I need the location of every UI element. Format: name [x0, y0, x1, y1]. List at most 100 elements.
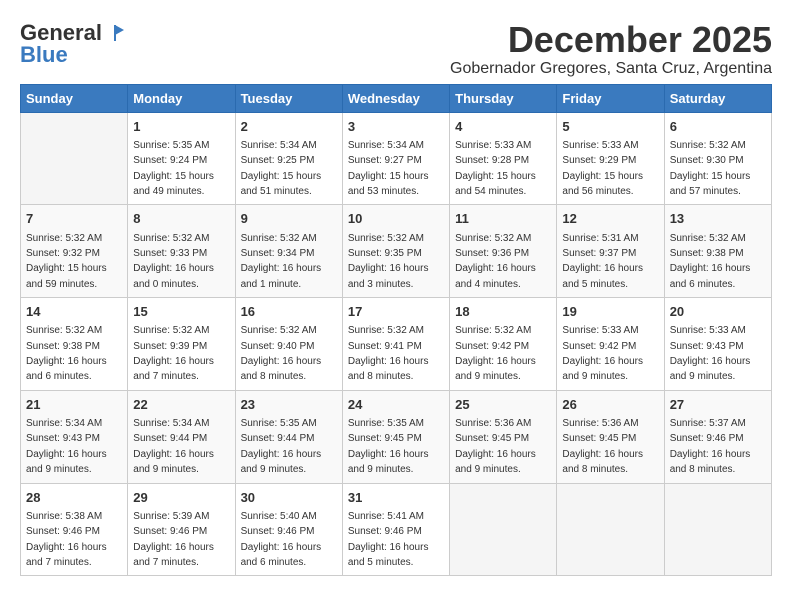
day-number: 17 [348, 303, 444, 321]
day-detail: Sunrise: 5:32 AMSunset: 9:40 PMDaylight:… [241, 325, 322, 382]
day-detail: Sunrise: 5:35 AMSunset: 9:44 PMDaylight:… [241, 418, 322, 475]
day-detail: Sunrise: 5:32 AMSunset: 9:36 PMDaylight:… [455, 233, 536, 290]
calendar-cell: 8 Sunrise: 5:32 AMSunset: 9:33 PMDaylight… [128, 205, 235, 298]
day-number: 11 [455, 210, 551, 228]
day-number: 15 [133, 303, 229, 321]
calendar-cell: 26 Sunrise: 5:36 AMSunset: 9:45 PMDayligh… [557, 390, 664, 483]
day-number: 18 [455, 303, 551, 321]
logo: General Blue [20, 20, 126, 68]
calendar-header-row: SundayMondayTuesdayWednesdayThursdayFrid… [21, 84, 772, 112]
day-number: 31 [348, 489, 444, 507]
day-number: 25 [455, 396, 551, 414]
day-number: 1 [133, 118, 229, 136]
day-detail: Sunrise: 5:40 AMSunset: 9:46 PMDaylight:… [241, 511, 322, 568]
calendar-cell: 4 Sunrise: 5:33 AMSunset: 9:28 PMDaylight… [450, 112, 557, 205]
col-header-sunday: Sunday [21, 84, 128, 112]
day-detail: Sunrise: 5:32 AMSunset: 9:42 PMDaylight:… [455, 325, 536, 382]
day-number: 28 [26, 489, 122, 507]
day-detail: Sunrise: 5:32 AMSunset: 9:32 PMDaylight:… [26, 233, 107, 290]
calendar-cell: 13 Sunrise: 5:32 AMSunset: 9:38 PMDayligh… [664, 205, 771, 298]
day-number: 22 [133, 396, 229, 414]
day-number: 13 [670, 210, 766, 228]
day-detail: Sunrise: 5:32 AMSunset: 9:41 PMDaylight:… [348, 325, 429, 382]
header: General Blue December 2025 Gobernador Gr… [20, 20, 772, 78]
calendar-cell: 20 Sunrise: 5:33 AMSunset: 9:43 PMDayligh… [664, 298, 771, 391]
day-number: 20 [670, 303, 766, 321]
day-detail: Sunrise: 5:37 AMSunset: 9:46 PMDaylight:… [670, 418, 751, 475]
calendar-cell: 22 Sunrise: 5:34 AMSunset: 9:44 PMDayligh… [128, 390, 235, 483]
day-number: 6 [670, 118, 766, 136]
calendar-cell [21, 112, 128, 205]
day-detail: Sunrise: 5:32 AMSunset: 9:35 PMDaylight:… [348, 233, 429, 290]
day-detail: Sunrise: 5:36 AMSunset: 9:45 PMDaylight:… [455, 418, 536, 475]
day-number: 14 [26, 303, 122, 321]
calendar-week-4: 28 Sunrise: 5:38 AMSunset: 9:46 PMDayligh… [21, 483, 772, 576]
calendar-cell: 1 Sunrise: 5:35 AMSunset: 9:24 PMDaylight… [128, 112, 235, 205]
day-detail: Sunrise: 5:32 AMSunset: 9:38 PMDaylight:… [670, 233, 751, 290]
day-number: 16 [241, 303, 337, 321]
calendar-cell: 19 Sunrise: 5:33 AMSunset: 9:42 PMDayligh… [557, 298, 664, 391]
day-number: 19 [562, 303, 658, 321]
day-number: 12 [562, 210, 658, 228]
day-detail: Sunrise: 5:39 AMSunset: 9:46 PMDaylight:… [133, 511, 214, 568]
col-header-monday: Monday [128, 84, 235, 112]
day-number: 9 [241, 210, 337, 228]
calendar-cell: 18 Sunrise: 5:32 AMSunset: 9:42 PMDayligh… [450, 298, 557, 391]
day-number: 26 [562, 396, 658, 414]
day-detail: Sunrise: 5:34 AMSunset: 9:43 PMDaylight:… [26, 418, 107, 475]
col-header-friday: Friday [557, 84, 664, 112]
day-detail: Sunrise: 5:33 AMSunset: 9:43 PMDaylight:… [670, 325, 751, 382]
calendar-week-3: 21 Sunrise: 5:34 AMSunset: 9:43 PMDayligh… [21, 390, 772, 483]
logo-blue: Blue [20, 42, 68, 68]
calendar-cell [664, 483, 771, 576]
day-detail: Sunrise: 5:41 AMSunset: 9:46 PMDaylight:… [348, 511, 429, 568]
day-detail: Sunrise: 5:35 AMSunset: 9:24 PMDaylight:… [133, 140, 214, 197]
day-number: 4 [455, 118, 551, 136]
calendar-cell: 5 Sunrise: 5:33 AMSunset: 9:29 PMDaylight… [557, 112, 664, 205]
day-detail: Sunrise: 5:32 AMSunset: 9:33 PMDaylight:… [133, 233, 214, 290]
day-number: 7 [26, 210, 122, 228]
day-detail: Sunrise: 5:34 AMSunset: 9:27 PMDaylight:… [348, 140, 429, 197]
title-area: December 2025 Gobernador Gregores, Santa… [450, 20, 772, 78]
day-detail: Sunrise: 5:32 AMSunset: 9:30 PMDaylight:… [670, 140, 751, 197]
calendar-cell: 28 Sunrise: 5:38 AMSunset: 9:46 PMDayligh… [21, 483, 128, 576]
day-detail: Sunrise: 5:33 AMSunset: 9:42 PMDaylight:… [562, 325, 643, 382]
day-detail: Sunrise: 5:33 AMSunset: 9:29 PMDaylight:… [562, 140, 643, 197]
day-detail: Sunrise: 5:35 AMSunset: 9:45 PMDaylight:… [348, 418, 429, 475]
calendar-cell: 29 Sunrise: 5:39 AMSunset: 9:46 PMDayligh… [128, 483, 235, 576]
day-number: 29 [133, 489, 229, 507]
day-number: 8 [133, 210, 229, 228]
day-detail: Sunrise: 5:36 AMSunset: 9:45 PMDaylight:… [562, 418, 643, 475]
day-number: 27 [670, 396, 766, 414]
calendar-week-1: 7 Sunrise: 5:32 AMSunset: 9:32 PMDaylight… [21, 205, 772, 298]
subtitle: Gobernador Gregores, Santa Cruz, Argenti… [450, 60, 772, 78]
calendar-cell: 10 Sunrise: 5:32 AMSunset: 9:35 PMDayligh… [342, 205, 449, 298]
calendar-week-0: 1 Sunrise: 5:35 AMSunset: 9:24 PMDaylight… [21, 112, 772, 205]
calendar-cell [557, 483, 664, 576]
calendar-table: SundayMondayTuesdayWednesdayThursdayFrid… [20, 84, 772, 577]
day-number: 10 [348, 210, 444, 228]
day-number: 21 [26, 396, 122, 414]
calendar-cell: 23 Sunrise: 5:35 AMSunset: 9:44 PMDayligh… [235, 390, 342, 483]
col-header-tuesday: Tuesday [235, 84, 342, 112]
calendar-cell: 31 Sunrise: 5:41 AMSunset: 9:46 PMDayligh… [342, 483, 449, 576]
day-detail: Sunrise: 5:32 AMSunset: 9:39 PMDaylight:… [133, 325, 214, 382]
day-detail: Sunrise: 5:34 AMSunset: 9:44 PMDaylight:… [133, 418, 214, 475]
calendar-cell: 11 Sunrise: 5:32 AMSunset: 9:36 PMDayligh… [450, 205, 557, 298]
day-detail: Sunrise: 5:32 AMSunset: 9:38 PMDaylight:… [26, 325, 107, 382]
day-number: 24 [348, 396, 444, 414]
day-number: 5 [562, 118, 658, 136]
calendar-cell: 9Sunrise: 5:32 AMSunset: 9:34 PMDaylight… [235, 205, 342, 298]
day-number: 23 [241, 396, 337, 414]
calendar-cell [450, 483, 557, 576]
day-detail: Sunrise: 5:33 AMSunset: 9:28 PMDaylight:… [455, 140, 536, 197]
day-number: 30 [241, 489, 337, 507]
col-header-saturday: Saturday [664, 84, 771, 112]
calendar-cell: 21 Sunrise: 5:34 AMSunset: 9:43 PMDayligh… [21, 390, 128, 483]
calendar-body: 1 Sunrise: 5:35 AMSunset: 9:24 PMDaylight… [21, 112, 772, 576]
day-detail: Sunrise: 5:31 AMSunset: 9:37 PMDaylight:… [562, 233, 643, 290]
day-detail: Sunrise: 5:38 AMSunset: 9:46 PMDaylight:… [26, 511, 107, 568]
logo-icon [104, 22, 126, 44]
day-number: 2 [241, 118, 337, 136]
calendar-cell: 17 Sunrise: 5:32 AMSunset: 9:41 PMDayligh… [342, 298, 449, 391]
